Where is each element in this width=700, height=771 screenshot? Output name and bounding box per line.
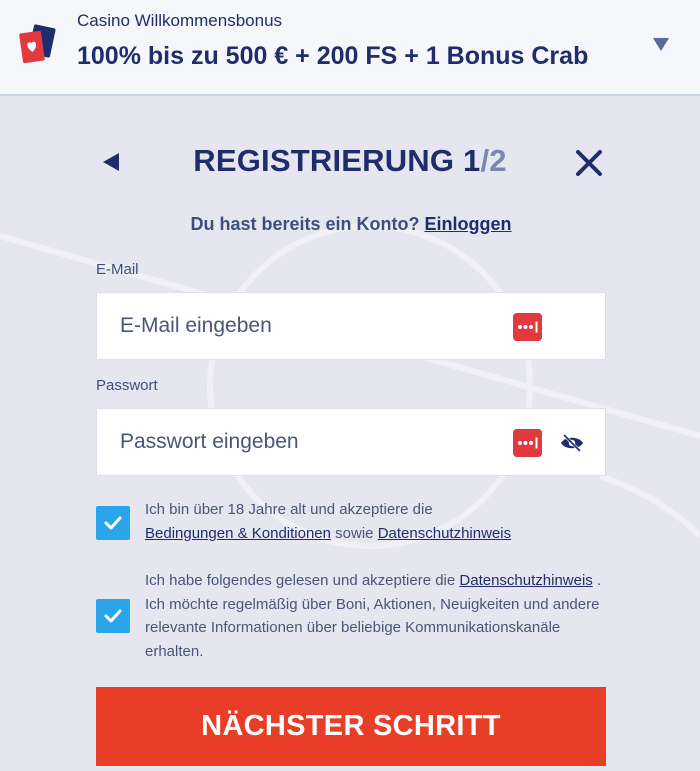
terms-checkbox[interactable] <box>96 506 130 540</box>
close-icon[interactable] <box>575 149 603 177</box>
marketing-consent-text: Ich habe folgendes gelesen und akzeptier… <box>145 569 605 663</box>
terms-text-2: sowie <box>335 524 374 542</box>
terms-text-1: Ich bin über 18 Jahre alt und akzeptiere… <box>145 501 433 518</box>
back-arrow-icon[interactable] <box>100 151 122 173</box>
bonus-banner[interactable]: Casino Willkommensbonus 100% bis zu 500 … <box>0 0 700 96</box>
privacy-link[interactable]: Datenschutzhinweis <box>378 525 511 542</box>
chevron-down-icon[interactable] <box>652 36 670 52</box>
password-field-container <box>96 408 606 476</box>
login-prompt: Du hast bereits ein Konto? Einloggen <box>96 214 606 235</box>
bonus-subtitle: Casino Willkommensbonus <box>77 11 283 30</box>
next-step-button[interactable]: NÄCHSTER SCHRITT <box>96 687 606 766</box>
page-title: REGISTRIERUNG 1/2 <box>150 143 550 179</box>
email-field-container <box>96 292 606 360</box>
page-title-step: /2 <box>480 143 507 178</box>
password-manager-icon[interactable] <box>513 429 542 457</box>
password-label: Passwort <box>96 377 158 394</box>
privacy-link-2[interactable]: Datenschutzhinweis <box>459 572 592 589</box>
marketing-checkbox[interactable] <box>96 599 130 633</box>
login-link[interactable]: Einloggen <box>425 214 512 234</box>
email-label: E-Mail <box>96 261 139 278</box>
terms-consent-text: Ich bin über 18 Jahre alt und akzeptiere… <box>145 498 605 545</box>
marketing-text-1: Ich habe folgendes gelesen und akzeptier… <box>145 572 456 589</box>
login-prompt-text: Du hast bereits ein Konto? <box>190 214 420 234</box>
playing-cards-icon <box>19 24 56 64</box>
checkmark-icon <box>104 609 122 623</box>
checkmark-icon <box>104 516 122 530</box>
password-manager-icon[interactable] <box>513 313 542 341</box>
page-title-main: REGISTRIERUNG 1 <box>193 143 481 178</box>
eye-slash-icon[interactable] <box>560 433 584 453</box>
bonus-title: 100% bis zu 500 € + 200 FS + 1 Bonus Cra… <box>77 42 589 70</box>
terms-conditions-link[interactable]: Bedingungen & Konditionen <box>145 525 331 542</box>
